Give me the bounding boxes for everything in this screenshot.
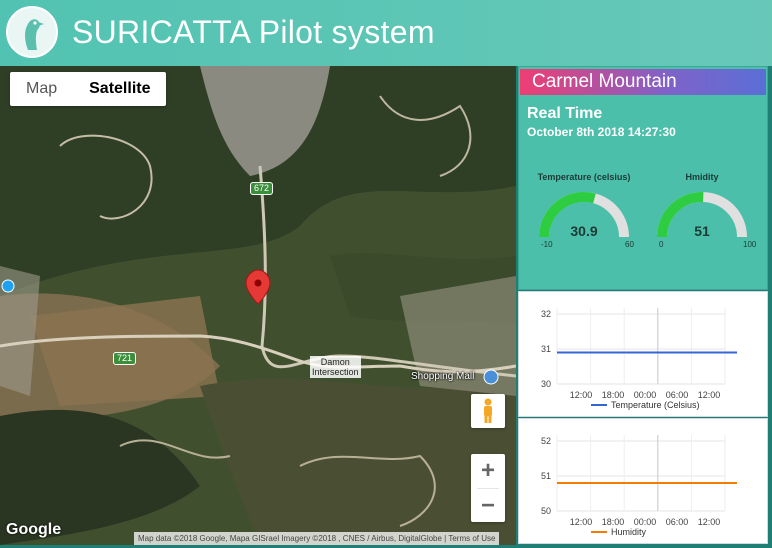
temperature-gauge-label: Temperature (celsius) [538,172,631,182]
y-tick-label: 51 [541,471,551,481]
x-tick-label: 18:00 [602,390,625,400]
app-title: SURICATTA Pilot system [72,14,435,50]
x-tick-label: 00:00 [634,390,657,400]
temperature-gauge-max: 60 [625,240,634,249]
x-tick-label: 18:00 [602,517,625,527]
place-label-damon-intersection: Damon Intersection [310,356,361,378]
temperature-chart-card: 32 31 30 12:00 18:00 00:00 06:00 12:00 Temperatu… [518,291,768,417]
zoom-control: + − [471,454,505,522]
x-tick-label: 12:00 [698,517,721,527]
location-card: Carmel Mountain Real Time October 8th 20… [518,66,768,290]
series-point [708,351,710,354]
map-attribution[interactable]: Map data ©2018 Google, Mapa GISrael Imag… [134,532,500,545]
series-point [580,351,582,354]
map-type-satellite-button[interactable]: Satellite [73,72,166,106]
humidity-gauge-label: Hmidity [685,172,718,182]
google-logo[interactable]: Google [6,521,61,539]
y-tick-label: 52 [541,436,551,446]
series-point [644,351,646,354]
series-point [612,351,614,354]
temperature-gauge-value: 30.9 [570,223,597,239]
x-tick-label: 06:00 [666,390,689,400]
humidity-gauge: Hmidity 51 0 100 [657,172,757,249]
humidity-chart-card: 52 51 50 12:00 18:00 00:00 06:00 12:00 Humidity [518,418,768,544]
satellite-map[interactable]: Map Satellite 672 721 Damon Intersection… [0,66,516,545]
series-point [580,482,582,484]
series-point [676,351,678,354]
x-tick-label: 12:00 [698,390,721,400]
place-label-line1: Damon [320,357,350,367]
legend-label: Temperature (Celsius) [611,400,700,410]
humidity-line-chart: 52 51 50 12:00 18:00 00:00 06:00 12:00 Humidity [541,435,737,537]
humidity-gauge-max: 100 [743,240,757,249]
road-label-672: 672 [250,182,274,195]
series-point [708,482,710,484]
humidity-gauge-min: 0 [659,240,664,249]
temperature-line-chart: 32313012:00 18:00 00:00 06:00 12:00Temperatu… [541,308,737,410]
map-type-control: Map Satellite [10,72,167,106]
map-type-map-button[interactable]: Map [10,72,73,106]
legend-label: Humidity [611,527,647,537]
street-view-pegman-icon[interactable] [471,394,505,428]
temperature-gauge-min: -10 [541,240,553,249]
humidity-gauge-value: 51 [694,223,710,239]
series-point [676,482,678,484]
map-imagery [0,66,516,545]
realtime-timestamp: October 8th 2018 14:27:30 [527,125,676,139]
road-label-721: 721 [113,352,137,365]
y-tick-label: 32 [541,309,551,319]
x-tick-label: 12:00 [570,390,593,400]
meerkat-logo-icon [6,6,58,58]
y-tick-label: 30 [541,379,551,389]
series-point [612,482,614,484]
x-tick-label: 00:00 [634,517,657,527]
place-label-line2: Intersection [312,367,359,377]
series-point [644,482,646,484]
zoom-out-button[interactable]: − [471,489,505,523]
location-title: Carmel Mountain [520,69,766,95]
y-tick-label: 31 [541,344,551,354]
x-tick-label: 06:00 [666,517,689,527]
realtime-heading: Real Time [527,105,603,122]
sidebar: Carmel Mountain Real Time October 8th 20… [518,66,772,545]
x-tick-label: 12:00 [570,517,593,527]
zoom-in-button[interactable]: + [471,454,505,488]
poi-label-shopping-mall[interactable]: Shopping Mall [411,371,474,382]
y-tick-label: 50 [541,506,551,516]
app-header: SURICATTA Pilot system [0,0,772,66]
temperature-gauge: Temperature (celsius) 30.9 -10 60 [538,172,635,249]
